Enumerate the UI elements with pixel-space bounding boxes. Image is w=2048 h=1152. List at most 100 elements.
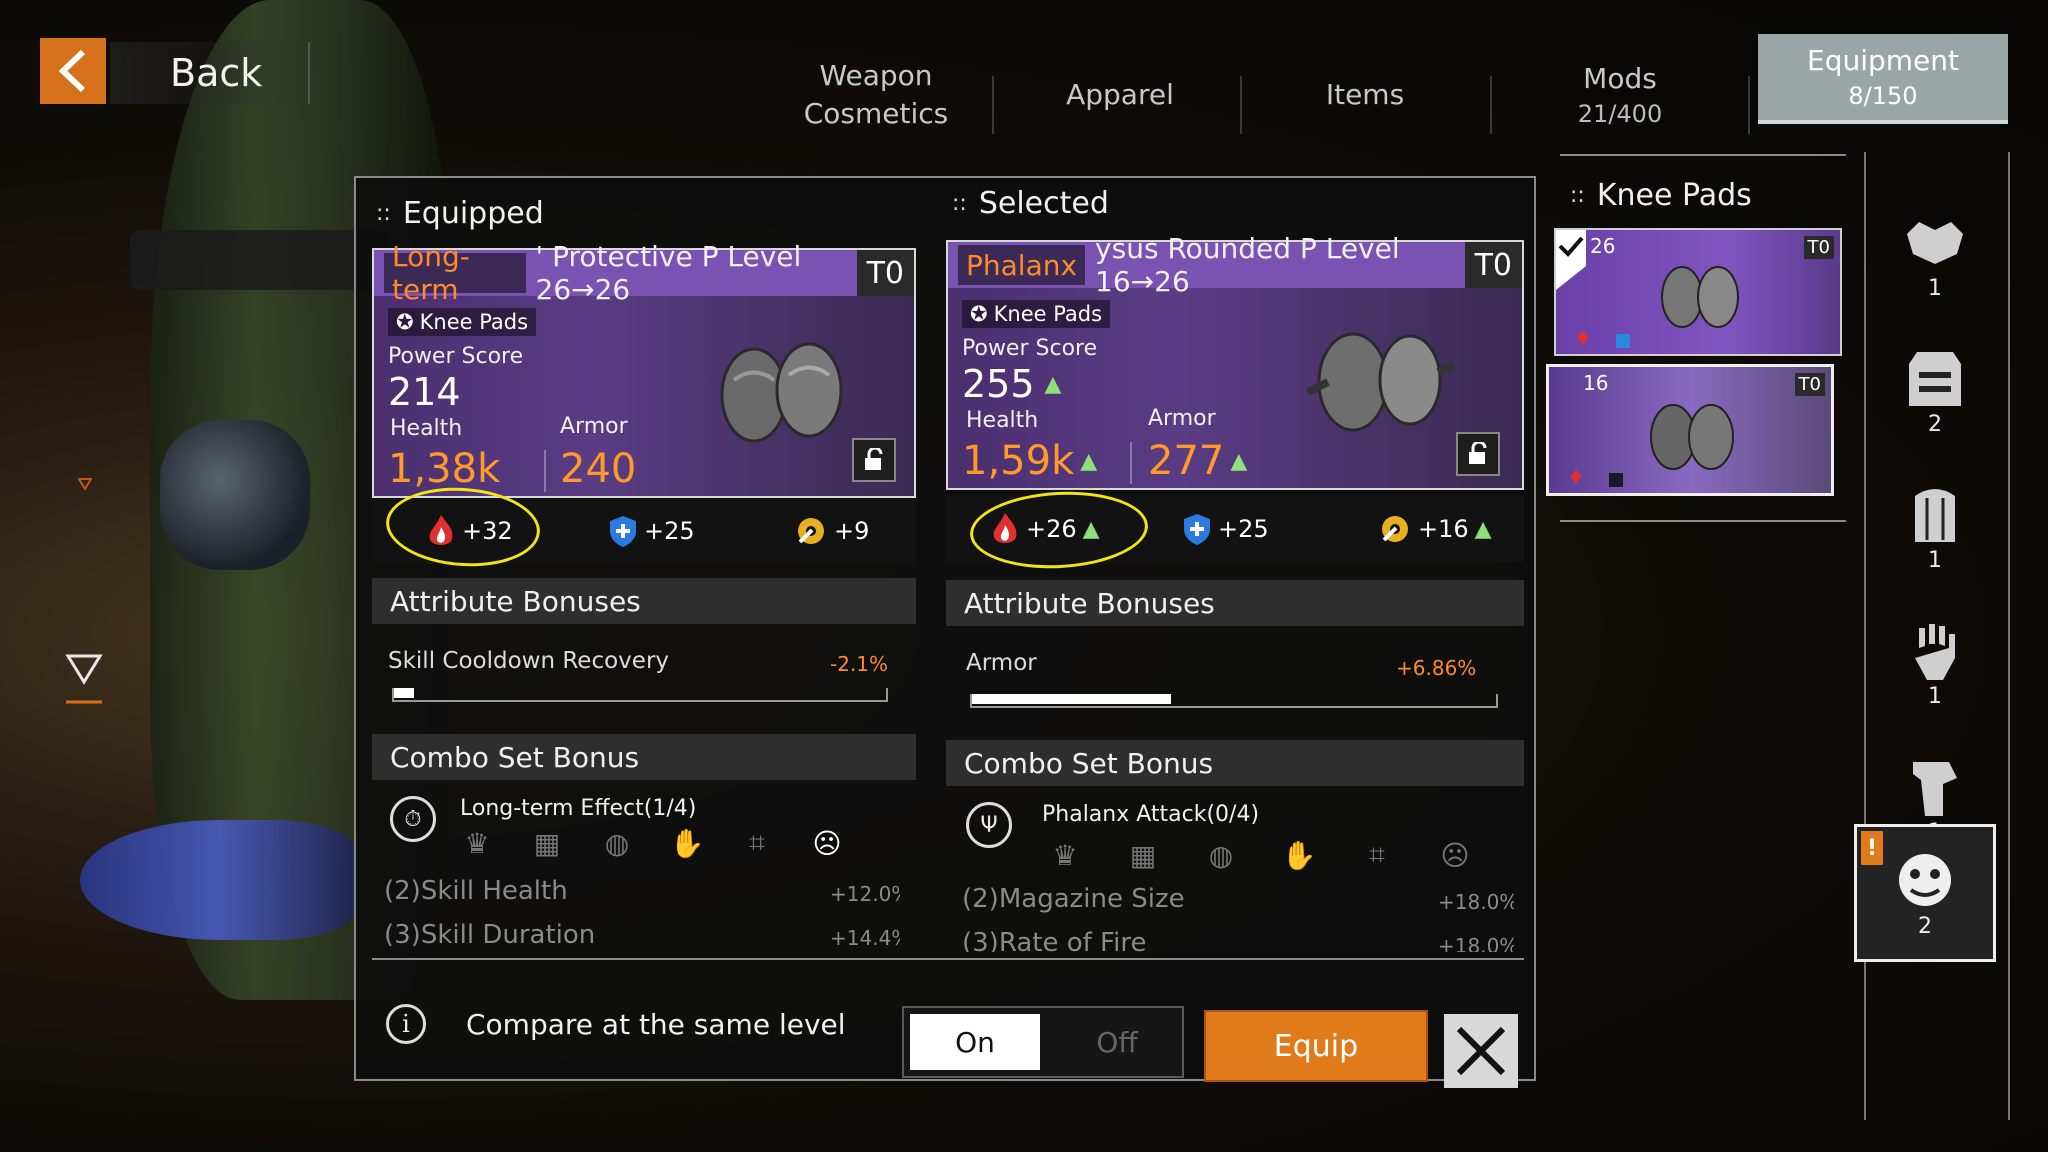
skill-gear-icon bbox=[1382, 516, 1408, 542]
bonus-value: +18.0% bbox=[1438, 934, 1514, 952]
equipped-bonus-list: (2)Skill Health +12.0% (3)Skill Duration… bbox=[380, 872, 900, 946]
back-button[interactable] bbox=[40, 38, 106, 104]
equipped-header: :: Equipped bbox=[376, 196, 544, 231]
gloves-icon bbox=[1915, 623, 1955, 680]
slot-vest[interactable]: 2 bbox=[1860, 326, 2010, 456]
item-level: 26 bbox=[1590, 234, 1616, 258]
item-title-bar: Phalanx ysus Rounded P Level 16→26 T0 bbox=[948, 232, 1522, 298]
tab-divider bbox=[992, 76, 994, 134]
holster-icon bbox=[1913, 761, 1957, 816]
tier-badge: T0 bbox=[1794, 373, 1825, 396]
equipped-check-icon bbox=[1556, 230, 1586, 290]
lock-toggle-button[interactable] bbox=[1456, 432, 1500, 476]
toggle-on-option[interactable]: On bbox=[910, 1014, 1040, 1070]
tab-equipment[interactable]: Equipment 8/150 bbox=[1758, 34, 2008, 124]
list-item[interactable]: 26 T0 ♦ bbox=[1554, 228, 1842, 356]
vest-icon: ▦ bbox=[533, 826, 561, 860]
gloves-icon: ✋ bbox=[1281, 838, 1317, 872]
compare-toggle[interactable]: On Off bbox=[902, 1006, 1184, 1078]
slot-backpack[interactable]: 1 bbox=[1860, 462, 2010, 592]
tier-badge: T0 bbox=[1464, 242, 1522, 288]
kneepads-icon bbox=[1899, 853, 1951, 906]
blue-core-icon bbox=[1616, 334, 1630, 348]
armor-label: Armor bbox=[560, 414, 628, 439]
set-slot-icons: ♛ ▦ ◍ ✋ ⌗ ☹ bbox=[1048, 838, 1472, 872]
item-type-chip: ✪ Knee Pads bbox=[388, 308, 537, 336]
set-name: Phalanx Attack(0/4) bbox=[1042, 802, 1260, 827]
list-header: :: Knee Pads bbox=[1570, 178, 1752, 213]
tier-badge: T0 bbox=[1803, 236, 1834, 259]
attribute-value: +6.86% bbox=[1396, 656, 1477, 680]
kneepads-icon: ☹ bbox=[1440, 838, 1470, 872]
vest-icon: ▦ bbox=[1129, 838, 1157, 872]
brand-name: Long-term bbox=[384, 240, 526, 306]
alert-icon: ! bbox=[1861, 831, 1883, 865]
back-label[interactable]: Back bbox=[110, 42, 310, 104]
item-title-bar: Long-term ' Protective P Level 26→26 T0 bbox=[374, 240, 914, 306]
health-row: 1,59k ▲ bbox=[962, 438, 1097, 484]
gear-type-icon: ✪ bbox=[970, 302, 988, 326]
close-button[interactable] bbox=[1444, 1014, 1518, 1088]
equipped-item-card: Long-term ' Protective P Level 26→26 T0 … bbox=[372, 240, 916, 498]
set-name: Long-term Effect(1/4) bbox=[460, 796, 697, 821]
bonus-label: (2)Skill Health bbox=[384, 876, 568, 906]
tab-divider bbox=[1240, 76, 1242, 134]
list-frame-bottom bbox=[1560, 520, 1846, 522]
bonus-value: +18.0% bbox=[1438, 890, 1514, 914]
tab-apparel[interactable]: Apparel bbox=[1010, 50, 1230, 140]
info-icon[interactable]: i bbox=[386, 1004, 426, 1044]
bonus-label: (3)Rate of Fire bbox=[962, 928, 1147, 952]
slot-gloves[interactable]: 1 bbox=[1860, 598, 2010, 728]
health-label: Health bbox=[390, 416, 463, 441]
blue-attribute: +25 bbox=[608, 514, 695, 548]
increase-arrow-icon: ▲ bbox=[1044, 371, 1062, 397]
tab-weapon-cosmetics[interactable]: Weapon Cosmetics bbox=[776, 50, 976, 140]
power-score-value: 255 bbox=[962, 362, 1035, 406]
kneepads-icon: ☹ bbox=[812, 826, 842, 860]
list-frame-top bbox=[1560, 154, 1846, 156]
character-shoe bbox=[80, 820, 360, 940]
flame-icon: ♦ bbox=[1567, 465, 1585, 489]
unlock-icon bbox=[1469, 442, 1487, 464]
attribute-bar bbox=[392, 688, 888, 702]
yellow-attribute: +16 ▲ bbox=[1378, 512, 1492, 546]
list-item[interactable]: 16 T0 ♦ bbox=[1546, 364, 1834, 496]
selected-item-card: Phalanx ysus Rounded P Level 16→26 T0 ✪ … bbox=[946, 232, 1524, 490]
panel-divider bbox=[372, 958, 1524, 960]
item-name: ysus Rounded P Level 16→26 bbox=[1095, 232, 1400, 298]
increase-arrow-icon: ▲ bbox=[1230, 448, 1248, 474]
close-icon bbox=[1456, 1026, 1506, 1076]
selected-attribute-header: Attribute Bonuses bbox=[946, 580, 1524, 626]
holster-icon: ⌗ bbox=[749, 826, 765, 859]
lock-toggle-button[interactable] bbox=[852, 438, 896, 482]
yellow-attribute: +9 bbox=[794, 514, 869, 548]
equip-button[interactable]: Equip bbox=[1204, 1010, 1428, 1082]
selected-header: :: Selected bbox=[952, 186, 1109, 221]
skill-gear-icon bbox=[798, 518, 824, 544]
tab-mods[interactable]: Mods 21/400 bbox=[1510, 50, 1730, 140]
increase-arrow-icon: ▲ bbox=[1080, 448, 1098, 474]
shield-icon bbox=[1184, 514, 1210, 545]
stat-divider bbox=[1130, 442, 1132, 484]
backpack-icon: ◍ bbox=[604, 826, 630, 860]
bonus-label: (3)Skill Duration bbox=[384, 920, 596, 946]
vest-icon bbox=[1909, 351, 1961, 406]
set-slot-icons: ♛ ▦ ◍ ✋ ⌗ ☹ bbox=[460, 826, 844, 860]
backpack-icon: ◍ bbox=[1208, 838, 1234, 872]
slot-kneepads[interactable]: ! 2 bbox=[1854, 824, 1996, 962]
toggle-off-option[interactable]: Off bbox=[1054, 1014, 1180, 1070]
slot-mask[interactable]: 1 bbox=[1860, 190, 2010, 320]
armor-value: 240 bbox=[560, 446, 637, 492]
mask-icon: ♛ bbox=[464, 826, 490, 860]
equipped-set-header: Combo Set Bonus bbox=[372, 734, 916, 780]
flame-icon: ♦ bbox=[1574, 326, 1592, 350]
mask-icon: ♛ bbox=[1052, 838, 1078, 872]
unlock-icon bbox=[865, 448, 883, 470]
item-name: ' Protective P Level 26→26 bbox=[535, 240, 802, 306]
tab-items[interactable]: Items bbox=[1260, 50, 1470, 140]
power-score-value: 214 bbox=[388, 370, 461, 414]
health-value: 1,59k bbox=[962, 438, 1075, 484]
attribute-bar bbox=[970, 694, 1498, 708]
waypoint-marker-small bbox=[77, 476, 93, 491]
attribute-value: -2.1% bbox=[830, 652, 889, 676]
